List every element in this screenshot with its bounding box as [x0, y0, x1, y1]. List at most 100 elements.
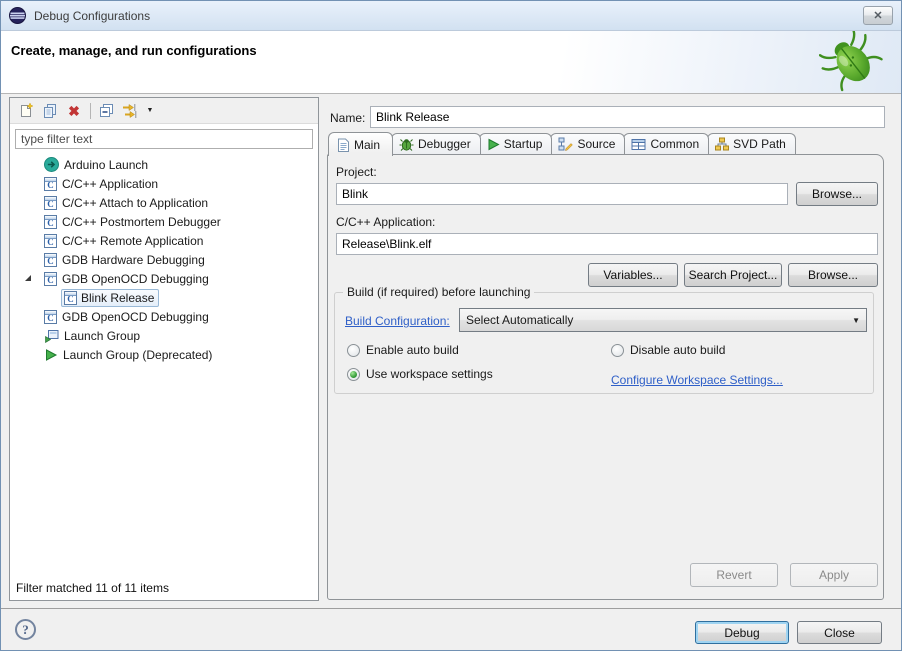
tree-item-label: C/C++ Attach to Application: [62, 196, 208, 210]
tree-item-cpp-attach[interactable]: C C/C++ Attach to Application: [10, 193, 318, 212]
radio-label: Disable auto build: [630, 343, 725, 357]
tab-bar: Main Debugger Startup: [328, 131, 794, 155]
radio-label: Enable auto build: [366, 343, 459, 357]
tab-label: Startup: [504, 137, 543, 151]
tree-item-blink-release[interactable]: C Blink Release: [10, 288, 318, 307]
configuration-editor: Name: Main: [326, 94, 886, 608]
chevron-down-icon: ▼: [147, 107, 154, 114]
tree-item-arduino-launch[interactable]: Arduino Launch: [10, 155, 318, 174]
tab-label: Debugger: [418, 137, 471, 151]
toolbar-separator: [90, 103, 91, 119]
apply-button[interactable]: Apply: [790, 563, 878, 587]
use-workspace-settings-radio[interactable]: Use workspace settings: [347, 367, 493, 381]
disable-auto-build-radio[interactable]: Disable auto build: [611, 343, 725, 357]
project-input[interactable]: [336, 183, 788, 205]
tab-startup[interactable]: Startup: [479, 133, 553, 154]
collapse-all-button[interactable]: [95, 100, 119, 122]
build-configuration-value: Select Automatically: [466, 313, 573, 327]
filter-launch-configurations-button[interactable]: [119, 100, 143, 122]
c-application-icon: C: [44, 310, 57, 324]
build-before-launching-group: Build (if required) before launching Bui…: [334, 292, 874, 394]
tree-item-label: Arduino Launch: [64, 158, 148, 172]
debug-button[interactable]: Debug: [695, 621, 789, 644]
arduino-launch-icon: [44, 157, 59, 172]
tree-item-label: GDB OpenOCD Debugging: [62, 272, 209, 286]
tree-item-gdb-hardware[interactable]: C GDB Hardware Debugging: [10, 250, 318, 269]
tree-item-gdb-openocd-1[interactable]: C GDB OpenOCD Debugging: [10, 269, 318, 288]
configurations-panel: ✖ ▼: [9, 97, 319, 601]
table-icon: [631, 138, 646, 151]
delete-icon: ✖: [68, 104, 80, 118]
tree-item-cpp-application[interactable]: C C/C++ Application: [10, 174, 318, 193]
tree-item-gdb-openocd-2[interactable]: C GDB OpenOCD Debugging: [10, 307, 318, 326]
tree-item-cpp-remote[interactable]: C C/C++ Remote Application: [10, 231, 318, 250]
duplicate-configuration-button[interactable]: [38, 100, 62, 122]
tab-svd-path[interactable]: SVD Path: [707, 133, 796, 154]
tab-source[interactable]: Source: [550, 133, 625, 154]
search-project-button[interactable]: Search Project...: [684, 263, 782, 287]
radio-icon: [347, 344, 360, 357]
project-label: Project:: [336, 165, 377, 179]
tree-item-cpp-postmortem[interactable]: C C/C++ Postmortem Debugger: [10, 212, 318, 231]
window-close-button[interactable]: ✕: [863, 6, 893, 25]
configurations-tree: Arduino Launch C C/C++ Application C C/C…: [10, 152, 318, 579]
toolbar-menu-dropdown[interactable]: ▼: [143, 100, 157, 122]
title-bar: Debug Configurations ✕: [1, 1, 901, 31]
delete-configuration-button[interactable]: ✖: [62, 100, 86, 122]
tab-common[interactable]: Common: [623, 133, 709, 154]
tree-item-label: Launch Group (Deprecated): [63, 348, 212, 362]
application-input[interactable]: [336, 233, 878, 255]
tree-expander-icon[interactable]: [25, 275, 31, 281]
filter-input[interactable]: [15, 129, 313, 149]
eclipse-logo-icon: [9, 7, 26, 24]
name-label: Name:: [330, 111, 365, 125]
tree-item-label: GDB OpenOCD Debugging: [62, 310, 209, 324]
debug-configurations-dialog: Debug Configurations ✕ Create, manage, a…: [0, 0, 902, 651]
launch-group-deprecated-icon: [44, 348, 58, 362]
c-application-icon: C: [64, 291, 77, 305]
play-icon: [487, 138, 500, 151]
c-application-icon: C: [44, 196, 57, 210]
application-label: C/C++ Application:: [336, 215, 435, 229]
application-browse-button[interactable]: Browse...: [788, 263, 878, 287]
window-title: Debug Configurations: [34, 9, 150, 23]
tab-label: Source: [577, 137, 615, 151]
tab-debugger[interactable]: Debugger: [391, 133, 481, 154]
help-button[interactable]: ?: [15, 619, 36, 640]
tree-item-launch-group-deprecated[interactable]: Launch Group (Deprecated): [10, 345, 318, 364]
main-tab-content: Project: Browse... C/C++ Application: Va…: [327, 154, 884, 600]
tree-item-label: Blink Release: [81, 291, 154, 305]
source-lookup-icon: [558, 137, 573, 151]
tab-label: SVD Path: [733, 137, 786, 151]
tab-main[interactable]: Main: [328, 132, 393, 156]
enable-auto-build-radio[interactable]: Enable auto build: [347, 343, 459, 357]
project-browse-button[interactable]: Browse...: [796, 182, 878, 206]
dialog-body: ✖ ▼: [1, 94, 901, 608]
dialog-header-title: Create, manage, and run configurations: [11, 43, 257, 58]
close-button[interactable]: Close: [797, 621, 882, 644]
c-application-icon: C: [44, 234, 57, 248]
configure-workspace-settings-link[interactable]: Configure Workspace Settings...: [611, 373, 783, 387]
new-configuration-button[interactable]: [14, 100, 38, 122]
c-application-icon: C: [44, 272, 57, 286]
chevron-down-icon: ▼: [852, 316, 860, 325]
variables-button[interactable]: Variables...: [588, 263, 678, 287]
tree-item-label: C/C++ Remote Application: [62, 234, 203, 248]
filter-area: [10, 124, 318, 152]
debug-beetle-icon: [819, 31, 885, 96]
build-configuration-select[interactable]: Select Automatically ▼: [459, 308, 867, 332]
hierarchy-icon: [715, 137, 729, 151]
selected-tree-item: C Blink Release: [61, 289, 159, 307]
radio-icon: [611, 344, 624, 357]
name-input[interactable]: [370, 106, 885, 128]
tree-item-label: C/C++ Application: [62, 177, 158, 191]
tree-item-launch-group[interactable]: Launch Group: [10, 326, 318, 345]
dialog-header: Create, manage, and run configurations: [1, 31, 901, 94]
bug-icon: [399, 137, 414, 152]
revert-button[interactable]: Revert: [690, 563, 778, 587]
tree-item-label: GDB Hardware Debugging: [62, 253, 205, 267]
document-icon: [337, 138, 350, 152]
tab-label: Main: [354, 138, 380, 152]
build-configuration-link[interactable]: Build Configuration:: [345, 314, 450, 328]
c-application-icon: C: [44, 253, 57, 267]
